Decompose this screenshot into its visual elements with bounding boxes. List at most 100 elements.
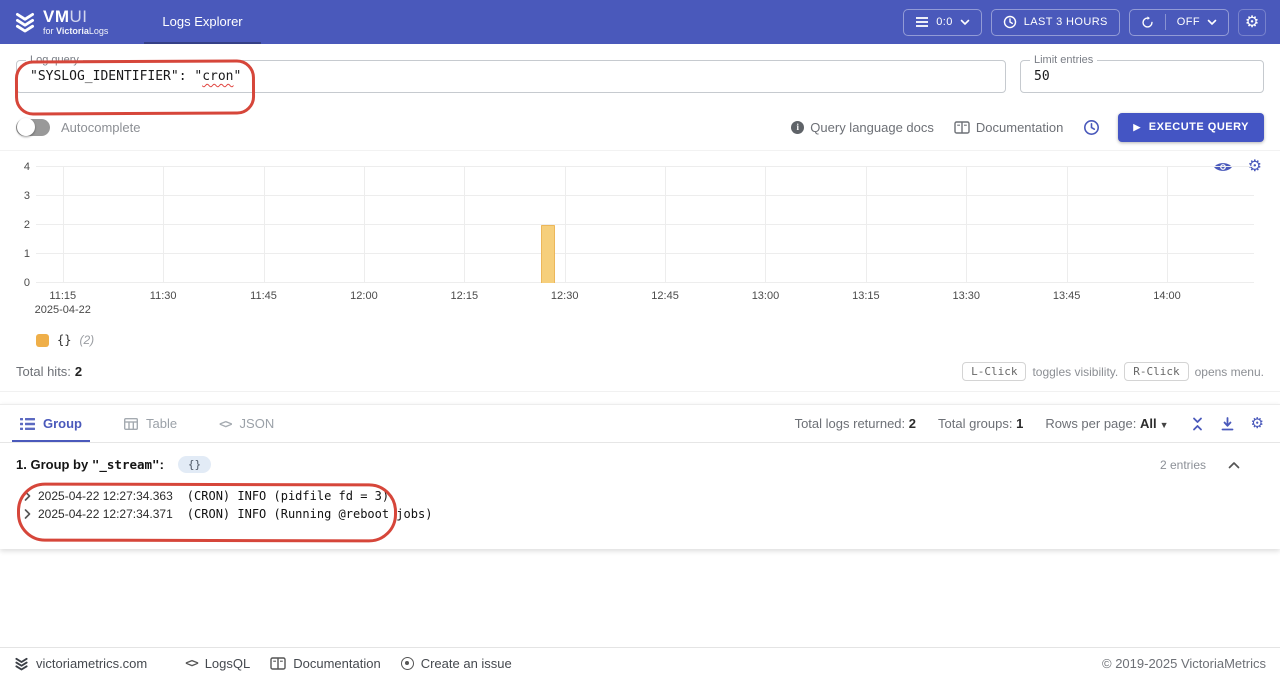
legend-label: {}: [57, 333, 71, 347]
rows-per-page-select[interactable]: Rows per page: All▼: [1045, 416, 1168, 431]
query-history-icon[interactable]: [1083, 119, 1100, 136]
gridline-vertical: [163, 167, 164, 283]
x-axis-tick-label: 12:00: [350, 290, 378, 302]
tab-json[interactable]: <> JSON: [215, 405, 278, 442]
lclick-text: toggles visibility.: [1032, 365, 1118, 379]
gridline-vertical: [364, 167, 365, 283]
hits-bar[interactable]: [541, 225, 555, 283]
lclick-key: L-Click: [962, 362, 1026, 381]
legend-hints: L-Click toggles visibility. R-Click open…: [962, 362, 1264, 381]
tab-logs-explorer[interactable]: Logs Explorer: [144, 0, 260, 44]
gridline-horizontal: [36, 253, 1254, 254]
table-tab-icon: [124, 418, 138, 430]
footer-create-issue-link[interactable]: Create an issue: [401, 656, 512, 671]
issue-icon: [401, 657, 414, 670]
stream-chip[interactable]: {}: [178, 456, 211, 473]
gridline-vertical: [264, 167, 265, 283]
chevron-up-icon[interactable]: [1228, 461, 1240, 469]
layout-value: 0:0: [936, 16, 953, 28]
copyright-text: © 2019-2025 VictoriaMetrics: [1102, 656, 1266, 671]
info-icon: i: [791, 121, 804, 134]
footer-logsql-link[interactable]: <> LogsQL: [185, 656, 250, 671]
vmui-logo[interactable]: VMUI for VictoriaLogs: [0, 0, 118, 44]
layout-select-button[interactable]: 0:0: [903, 9, 982, 36]
limit-entries-label: Limit entries: [1030, 54, 1097, 66]
query-language-docs-link[interactable]: i Query language docs: [791, 120, 934, 135]
footer: victoriametrics.com <> LogsQL Documentat…: [0, 647, 1280, 678]
log-row[interactable]: 2025-04-22 12:27:34.371(CRON) INFO (Runn…: [16, 505, 1264, 523]
gridline-vertical: [63, 167, 64, 283]
total-groups-stat: Total groups: 1: [938, 416, 1023, 431]
footer-site-label: victoriametrics.com: [36, 656, 147, 671]
x-axis-tick-label: 11:30: [150, 290, 177, 302]
x-axis-tick-label: 13:45: [1053, 290, 1081, 302]
chevron-down-icon: [960, 19, 970, 26]
log-query-value[interactable]: "SYSLOG_IDENTIFIER": "cron": [17, 61, 1005, 92]
group-header: 1. Group by "_stream": {} 2 entries: [0, 443, 1280, 479]
brand-sub-bold: Victoria: [56, 26, 89, 36]
footer-documentation-label: Documentation: [293, 656, 380, 671]
x-axis-tick-label: 14:00: [1153, 290, 1181, 302]
collapse-all-icon[interactable]: [1191, 417, 1204, 431]
rows-per-page-value: All: [1140, 416, 1157, 431]
refresh-state: OFF: [1177, 16, 1200, 28]
gridline-vertical: [866, 167, 867, 283]
documentation-link[interactable]: Documentation: [954, 120, 1063, 135]
total-logs-value: 2: [909, 416, 916, 431]
rclick-key: R-Click: [1124, 362, 1188, 381]
tab-table[interactable]: Table: [120, 405, 181, 442]
clock-icon: [1003, 15, 1017, 29]
list-icon: [915, 16, 929, 28]
time-range-button[interactable]: LAST 3 HOURS: [991, 9, 1120, 36]
footer-site-link[interactable]: victoriametrics.com: [14, 656, 147, 671]
gridline-horizontal: [36, 282, 1254, 283]
chart-legend: {} (2): [36, 333, 1264, 347]
total-logs-stat: Total logs returned: 2: [795, 416, 916, 431]
chevron-right-icon[interactable]: [16, 509, 38, 519]
y-axis-tick-label: 2: [10, 219, 30, 231]
brand-bold: VM: [43, 7, 70, 26]
gridline-vertical: [464, 167, 465, 283]
x-axis-tick-label: 11:45: [250, 290, 277, 302]
x-axis-tick-label: 13:30: [952, 290, 980, 302]
legend-item[interactable]: {} (2): [36, 333, 94, 347]
toggle-knob: [17, 118, 35, 136]
log-query-label: Log query: [26, 54, 83, 66]
hits-chart-panel: ⚙ 0123411:152025-04-2211:3011:4512:0012:…: [0, 150, 1280, 392]
tab-group[interactable]: Group: [16, 405, 86, 442]
tab-table-label: Table: [146, 416, 177, 431]
x-axis-tick-label: 12:15: [451, 290, 479, 302]
results-settings-gear-icon[interactable]: ⚙: [1251, 416, 1264, 431]
settings-gear-icon[interactable]: ⚙: [1238, 9, 1266, 36]
code-icon: <>: [219, 417, 231, 431]
download-icon[interactable]: [1221, 417, 1234, 431]
chevron-right-icon[interactable]: [16, 491, 38, 501]
gridline-vertical: [1167, 167, 1168, 283]
brand-text: VMUI for VictoriaLogs: [43, 8, 108, 36]
gridline-vertical: [765, 167, 766, 283]
rclick-text: opens menu.: [1195, 365, 1264, 379]
execute-query-button[interactable]: ▶ EXECUTE QUERY: [1118, 113, 1264, 142]
documentation-label: Documentation: [976, 120, 1063, 135]
x-axis-tick-label: 12:30: [551, 290, 579, 302]
log-query-input[interactable]: Log query "SYSLOG_IDENTIFIER": "cron": [16, 60, 1006, 93]
limit-entries-input[interactable]: Limit entries 50: [1020, 60, 1264, 93]
gridline-horizontal: [36, 224, 1254, 225]
total-hits-label: Total hits:: [16, 364, 71, 379]
autocomplete-toggle[interactable]: [16, 119, 50, 136]
chevron-down-icon: [1207, 19, 1217, 26]
results-tabs-row: Group Table <> JSON Total logs returned:…: [0, 405, 1280, 443]
total-hits-value: 2: [75, 364, 82, 379]
log-row[interactable]: 2025-04-22 12:27:34.363(CRON) INFO (pidf…: [16, 487, 1264, 505]
spellcheck-word: cron: [202, 69, 233, 84]
x-axis-tick-label: 13:00: [752, 290, 780, 302]
brand-light: UI: [70, 7, 88, 26]
x-axis-tick-label: 12:45: [651, 290, 679, 302]
execute-query-label: EXECUTE QUERY: [1149, 121, 1249, 133]
hits-bar-chart[interactable]: 0123411:152025-04-2211:3011:4512:0012:15…: [36, 167, 1254, 283]
footer-documentation-link[interactable]: Documentation: [270, 656, 380, 671]
vm-logo-icon: [14, 11, 36, 33]
auto-refresh-control[interactable]: OFF: [1129, 9, 1229, 36]
query-docs-label: Query language docs: [810, 120, 934, 135]
legend-count: (2): [79, 333, 94, 347]
